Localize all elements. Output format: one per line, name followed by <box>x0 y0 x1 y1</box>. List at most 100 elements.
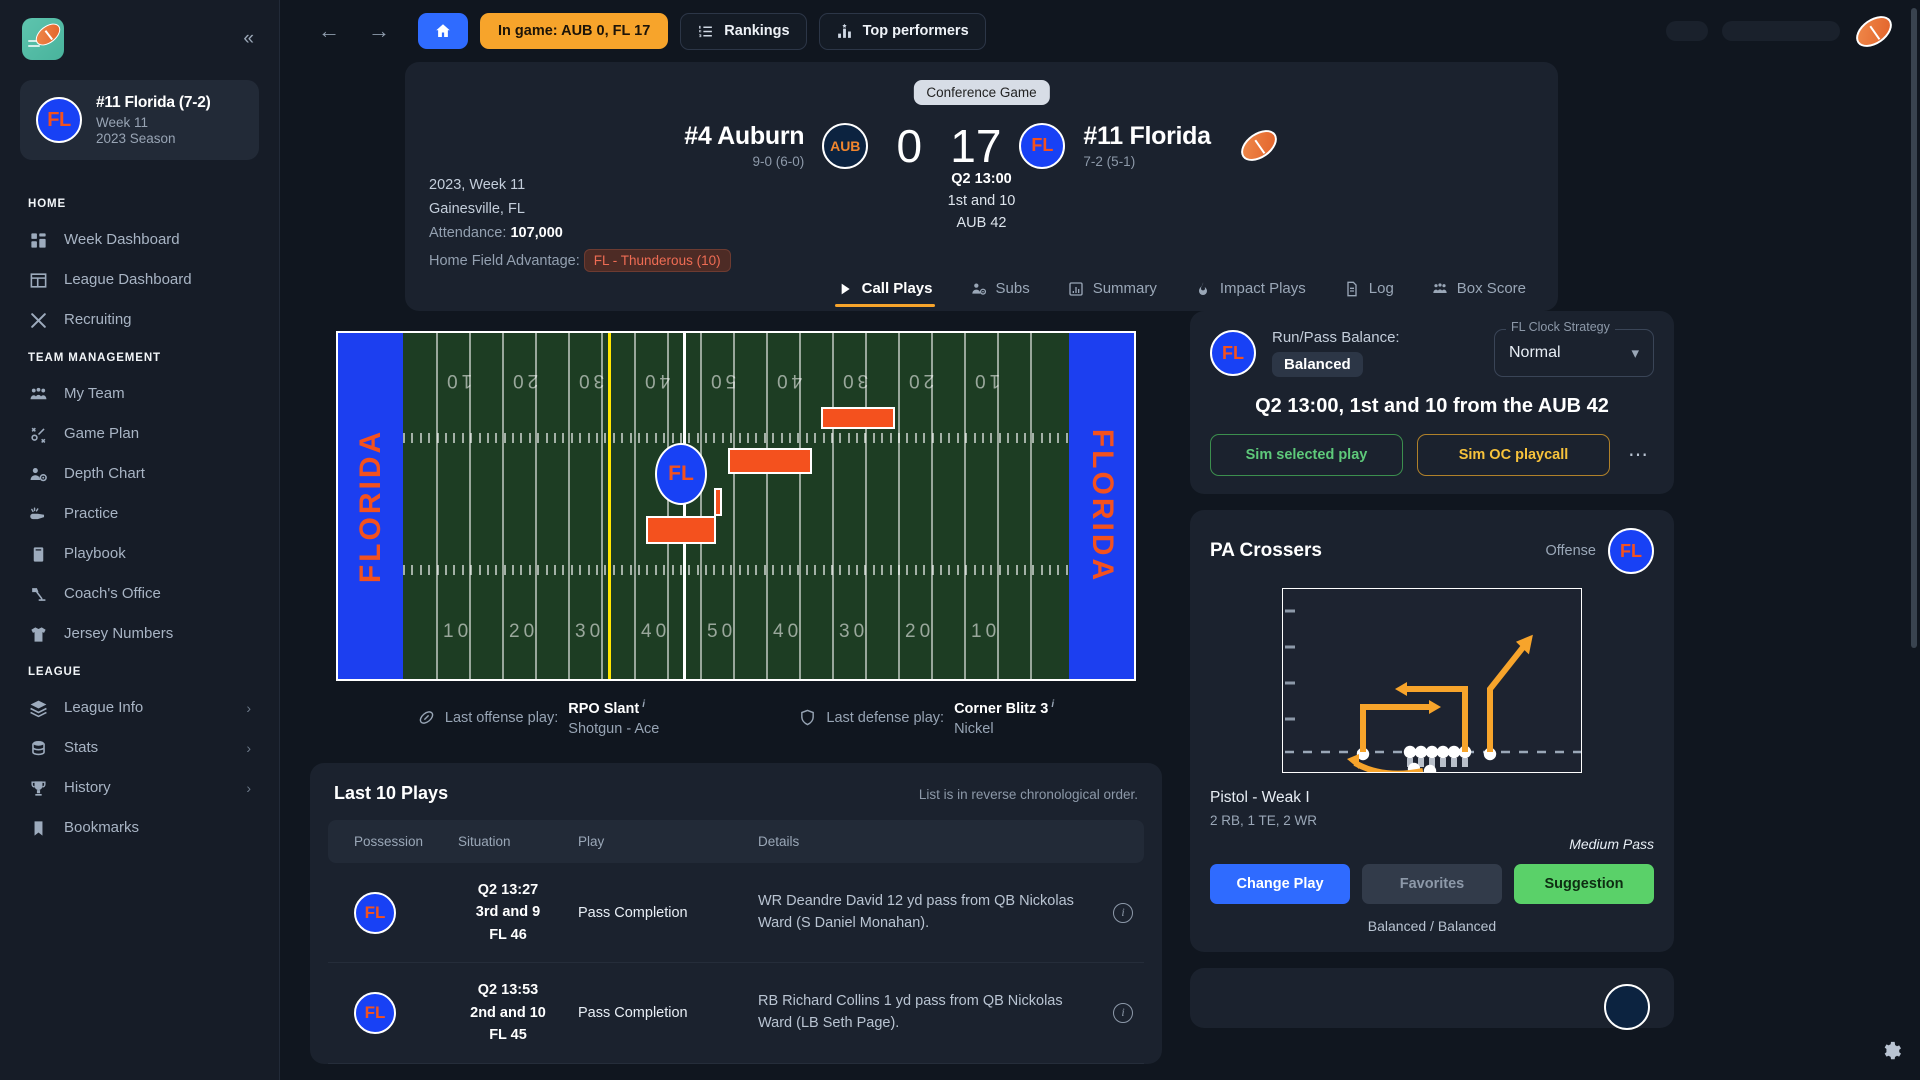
sidebar-item-my-team[interactable]: My Team <box>0 374 279 414</box>
last-10-plays-note: List is in reverse chronological order. <box>918 786 1138 802</box>
topbar-right-group <box>1666 9 1898 53</box>
yard-number-top: 20 <box>509 370 539 391</box>
home-icon <box>436 24 450 37</box>
back-icon[interactable]: ← <box>310 16 348 46</box>
defense-play-name: Corner Blitz 3 <box>954 700 1049 717</box>
play-bar <box>714 488 722 516</box>
cell-play: Pass Completion <box>568 962 748 1064</box>
sidebar-item-recruiting[interactable]: Recruiting <box>0 300 279 340</box>
forward-icon[interactable]: → <box>360 16 398 46</box>
next-card-partial <box>1190 968 1674 1030</box>
sidebar-item-playbook[interactable]: Playbook <box>0 534 279 574</box>
cell-situation: Q2 13:53 2nd and 10 FL 45 <box>448 962 568 1064</box>
shield-icon <box>799 709 816 726</box>
possession-football-icon <box>1235 123 1283 168</box>
ball-possession-marker[interactable]: FL <box>655 443 707 505</box>
info-icon[interactable]: i <box>1113 1002 1133 1023</box>
suggestion-button[interactable]: Suggestion <box>1514 864 1654 904</box>
tab-summary[interactable]: Summary <box>1066 270 1159 311</box>
play-diagram[interactable] <box>1282 588 1582 773</box>
sidebar-item-league-dashboard[interactable]: League Dashboard <box>0 260 279 300</box>
app-logo[interactable] <box>22 18 64 60</box>
home-team-name: #11 Florida <box>1083 122 1211 150</box>
table-row[interactable]: FL Q2 13:53 2nd and 10 FL 45 Pass Comple… <box>328 962 1144 1064</box>
database-icon <box>28 738 48 758</box>
change-play-button[interactable]: Change Play <box>1210 864 1350 904</box>
home-team-score: 17 <box>950 119 1002 172</box>
team-logo: FL <box>36 97 82 143</box>
sidebar-item-bookmarks[interactable]: Bookmarks <box>0 808 279 848</box>
plays-header-row: Possession Situation Play Details <box>328 819 1144 863</box>
cell-situation: Q2 13:27 3rd and 9 FL 46 <box>448 862 568 964</box>
rankings-button[interactable]: Rankings <box>680 12 807 50</box>
app-root: « FL #11 Florida (7-2) Week 11 2023 Seas… <box>0 0 1920 1080</box>
yard-number-bottom: 50 <box>707 621 737 642</box>
yard-line <box>436 333 438 679</box>
table-row[interactable]: FL Q2 13:27 3rd and 9 FL 46 Pass Complet… <box>328 862 1144 964</box>
ellipsis-icon[interactable]: ⋯ <box>1624 445 1654 465</box>
top-performers-button[interactable]: Top performers <box>818 12 986 50</box>
clock-strategy-select[interactable]: FL Clock Strategy Normal ▾ <box>1494 320 1654 377</box>
football-field[interactable]: FLORIDA FLORIDA 10 20 30 40 50 40 30 20 … <box>336 331 1136 681</box>
away-team-score: 0 <box>896 119 923 172</box>
selected-play-header: PA Crossers Offense FL <box>1210 528 1654 574</box>
gear-icon[interactable] <box>1880 1040 1902 1062</box>
sidebar-item-depth-chart[interactable]: Depth Chart <box>0 454 279 494</box>
selected-play-card: PA Crossers Offense FL Pistol - Weak I 2… <box>1190 510 1674 952</box>
run-pass-label: Run/Pass Balance: <box>1272 329 1400 346</box>
info-superscript[interactable]: i <box>1051 699 1054 710</box>
info-superscript[interactable]: i <box>642 699 645 710</box>
tab-subs[interactable]: Subs <box>969 270 1032 311</box>
info-icon[interactable]: i <box>1113 902 1133 923</box>
offense-play-name: RPO Slant <box>568 700 640 717</box>
sidebar-item-coachs-office[interactable]: Coach's Office <box>0 574 279 614</box>
opponent-logo <box>1604 984 1650 1030</box>
whistle-icon <box>28 504 48 524</box>
sidebar-item-history[interactable]: History › <box>0 768 279 808</box>
clock-strategy-box[interactable]: Normal ▾ <box>1494 329 1654 377</box>
sidebar-item-label: League Info <box>64 699 144 716</box>
play-bar <box>646 516 716 544</box>
cell-info[interactable]: i <box>1102 962 1144 1064</box>
cell-info[interactable]: i <box>1102 862 1144 964</box>
score-row: #4 Auburn 9-0 (6-0) AUB 0 17 FL #11 Flor… <box>429 122 1534 169</box>
sidebar-item-stats[interactable]: Stats › <box>0 728 279 768</box>
row-down: 2nd and 10 <box>470 1004 546 1021</box>
home-button[interactable] <box>418 13 468 49</box>
cell-possession: FL <box>328 862 448 964</box>
yard-number-top: 10 <box>443 370 473 391</box>
sidebar-nav: HOME Week Dashboard League Dashboard Rec… <box>0 186 279 848</box>
document-icon <box>1347 281 1357 296</box>
sidebar-item-jersey-numbers[interactable]: Jersey Numbers <box>0 614 279 654</box>
yard-line <box>568 333 570 679</box>
yard-number-top: 40 <box>641 370 671 391</box>
tab-impact-plays[interactable]: Impact Plays <box>1193 270 1308 311</box>
main-row: FLORIDA FLORIDA 10 20 30 40 50 40 30 20 … <box>310 311 1890 1064</box>
selected-play-personnel: 2 RB, 1 TE, 2 WR <box>1210 813 1318 828</box>
sim-selected-play-button[interactable]: Sim selected play <box>1210 434 1403 476</box>
current-team-card[interactable]: FL #11 Florida (7-2) Week 11 2023 Season <box>20 80 259 160</box>
sidebar-item-practice[interactable]: Practice <box>0 494 279 534</box>
yard-number-bottom: 10 <box>971 621 1001 642</box>
scrollbar-thumb[interactable] <box>1911 8 1917 648</box>
tab-box-score[interactable]: Box Score <box>1430 270 1528 311</box>
game-location: Gainesville, FL <box>429 201 525 217</box>
sim-oc-playcall-button[interactable]: Sim OC playcall <box>1417 434 1610 476</box>
game-situation: Q2 13:00 1st and 10 AUB 42 <box>948 171 1016 231</box>
cell-possession: FL <box>328 962 448 1064</box>
sidebar-item-game-plan[interactable]: Game Plan <box>0 414 279 454</box>
in-game-score-pill[interactable]: In game: AUB 0, FL 17 <box>480 13 669 49</box>
sidebar-item-week-dashboard[interactable]: Week Dashboard <box>0 220 279 260</box>
favorites-button[interactable]: Favorites <box>1362 864 1502 904</box>
sidebar-item-league-info[interactable]: League Info › <box>0 688 279 728</box>
tab-label: Impact Plays <box>1219 280 1306 297</box>
possession-logo: FL <box>354 991 396 1034</box>
tab-log[interactable]: Log <box>1342 270 1396 311</box>
row-spot: FL 46 <box>489 926 527 943</box>
hfa-row: Home Field Advantage: FL - Thunderous (1… <box>429 249 759 272</box>
sidebar-collapse-button[interactable]: « <box>237 24 257 54</box>
tab-call-plays[interactable]: Call Plays <box>834 270 935 311</box>
plays-table-head: Possession Situation Play Details <box>328 819 1144 863</box>
vertical-scrollbar[interactable] <box>1911 8 1917 1068</box>
football-avatar-icon[interactable] <box>1850 9 1898 53</box>
